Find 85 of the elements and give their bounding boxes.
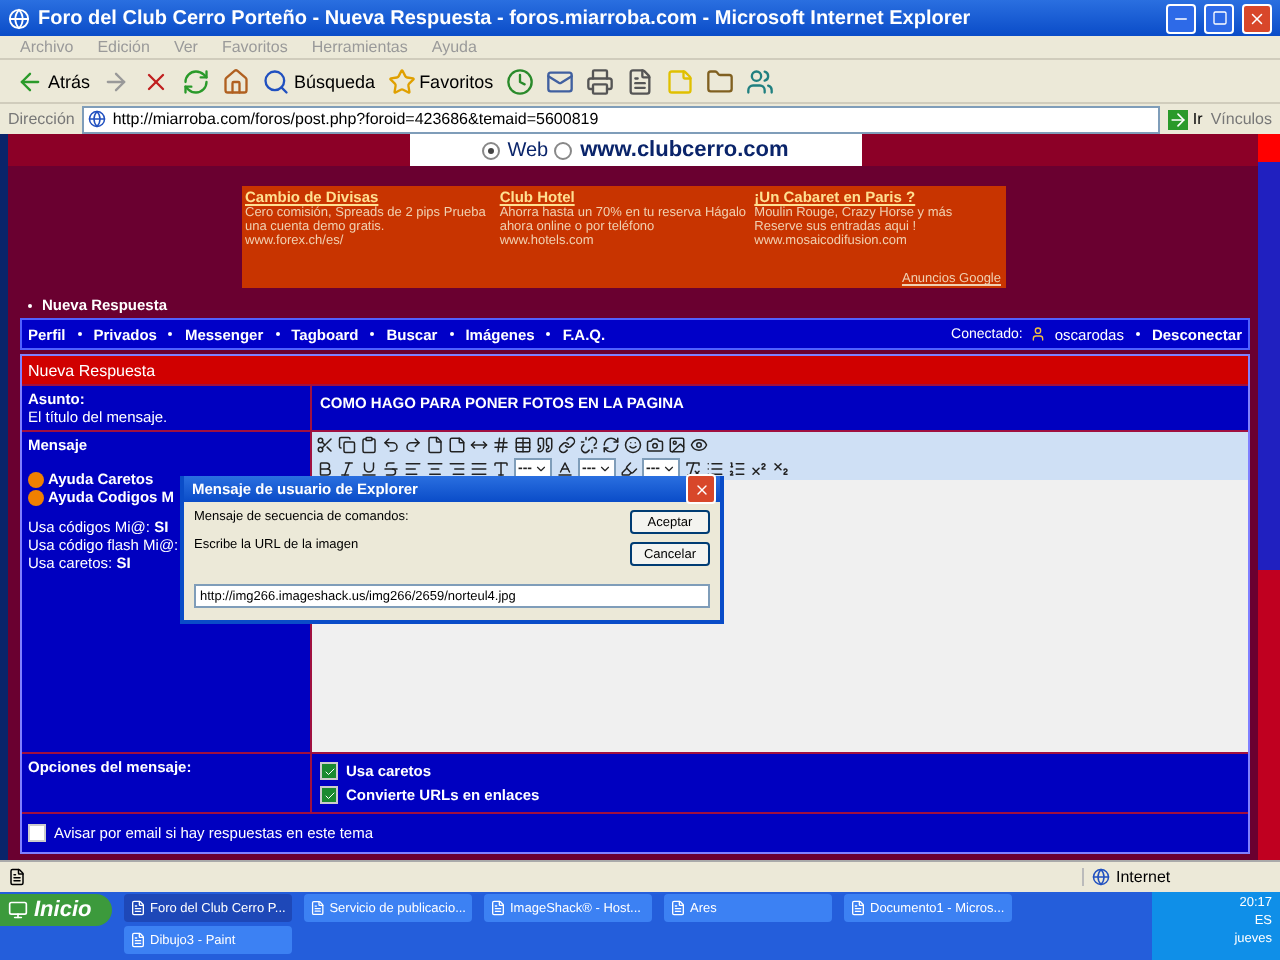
table-icon[interactable]: [514, 435, 532, 453]
address-field[interactable]: http://miarroba.com/foros/post.php?foroid=423686&temaid=5600819: [82, 105, 1161, 133]
image-icon[interactable]: [668, 435, 686, 453]
note-icon[interactable]: [448, 435, 466, 453]
mail-icon[interactable]: [545, 67, 574, 95]
smiley-icon[interactable]: [624, 435, 642, 453]
quote-icon[interactable]: [536, 435, 554, 453]
radio-option[interactable]: Web: [481, 139, 549, 161]
favorites-button[interactable]: Favoritos: [387, 67, 494, 95]
undo-icon[interactable]: [382, 435, 400, 453]
highlight-icon[interactable]: [620, 459, 638, 477]
hash-icon[interactable]: [492, 435, 510, 453]
strikethrough-icon[interactable]: [382, 459, 400, 477]
bold-icon[interactable]: [316, 459, 334, 477]
separator-dot: [275, 332, 280, 336]
refresh-icon[interactable]: [602, 435, 620, 453]
maximize-icon: [1211, 10, 1227, 26]
cut-icon[interactable]: [316, 435, 334, 453]
document-icon: [670, 900, 686, 916]
folder-icon[interactable]: [705, 67, 734, 95]
go-button[interactable]: Ir: [1168, 109, 1203, 129]
start-button[interactable]: Inicio: [0, 894, 112, 926]
bullet-list-icon[interactable]: [706, 459, 724, 477]
document-icon: [850, 900, 866, 916]
font-icon[interactable]: [492, 459, 510, 477]
separator-dot: [546, 332, 551, 336]
align-center-icon[interactable]: [426, 459, 444, 477]
scrollbar[interactable]: [1258, 134, 1280, 860]
document-icon: [490, 900, 506, 916]
close-icon: [693, 481, 709, 497]
radio-option[interactable]: www.clubcerro.com: [554, 138, 789, 162]
copy-icon[interactable]: [338, 435, 356, 453]
globe-icon: [1092, 868, 1110, 886]
maximize-button[interactable]: [1204, 3, 1234, 33]
close-button[interactable]: [1242, 3, 1272, 33]
align-right-icon[interactable]: [448, 459, 466, 477]
eye-icon[interactable]: [690, 435, 708, 453]
underline-icon[interactable]: [360, 459, 378, 477]
close-icon: [1248, 9, 1266, 27]
paste-icon[interactable]: [360, 435, 378, 453]
messenger-icon[interactable]: [745, 67, 774, 95]
window-title: Foro del Club Cerro Porteño - Nueva Respuesta - foros.miarroba.com - Microsoft Internet Explorer: [38, 7, 971, 29]
home-icon[interactable]: [222, 67, 251, 95]
link-icon[interactable]: [558, 435, 576, 453]
align-left-icon[interactable]: [404, 459, 422, 477]
page-icon[interactable]: [426, 435, 444, 453]
unlink-icon[interactable]: [580, 435, 598, 453]
edit-icon[interactable]: [625, 67, 654, 95]
star-icon: [387, 67, 416, 95]
zone-label: Internet: [1116, 868, 1171, 886]
horizontal-arrow-icon[interactable]: [470, 435, 488, 453]
subscript-icon[interactable]: [772, 459, 790, 477]
remove-format-icon[interactable]: [684, 459, 702, 477]
document-icon: [130, 900, 146, 916]
globe-icon: [88, 110, 107, 128]
minimize-button[interactable]: [1166, 3, 1196, 33]
text-color-icon[interactable]: [556, 459, 574, 477]
separator-dot: [168, 332, 173, 336]
redo-icon[interactable]: [404, 435, 422, 453]
back-button[interactable]: Atrás: [16, 67, 91, 95]
superscript-icon[interactable]: [750, 459, 768, 477]
history-icon[interactable]: [505, 67, 534, 95]
camera-icon[interactable]: [646, 435, 664, 453]
search-icon: [262, 67, 291, 95]
document-icon: [310, 900, 326, 916]
checkbox[interactable]: [320, 786, 338, 804]
address-label: Dirección: [8, 110, 75, 128]
checkbox[interactable]: [320, 762, 338, 780]
form-header: Nueva Respuesta: [22, 356, 1248, 384]
user-icon: [1030, 326, 1047, 342]
document-icon: [130, 932, 146, 948]
numbered-list-icon[interactable]: [728, 459, 746, 477]
separator-dot: [449, 332, 454, 336]
ie-icon: [8, 7, 30, 29]
separator-dot: [370, 332, 375, 336]
separator-dot: [77, 332, 82, 336]
page-icon: [8, 868, 26, 886]
checkbox[interactable]: [28, 824, 46, 842]
search-button[interactable]: Búsqueda: [262, 67, 376, 95]
justify-icon[interactable]: [470, 459, 488, 477]
print-icon[interactable]: [585, 67, 614, 95]
close-button[interactable]: [686, 474, 716, 504]
separator-dot: [1135, 332, 1140, 336]
italic-icon[interactable]: [338, 459, 356, 477]
links-label[interactable]: Vínculos: [1210, 110, 1272, 128]
